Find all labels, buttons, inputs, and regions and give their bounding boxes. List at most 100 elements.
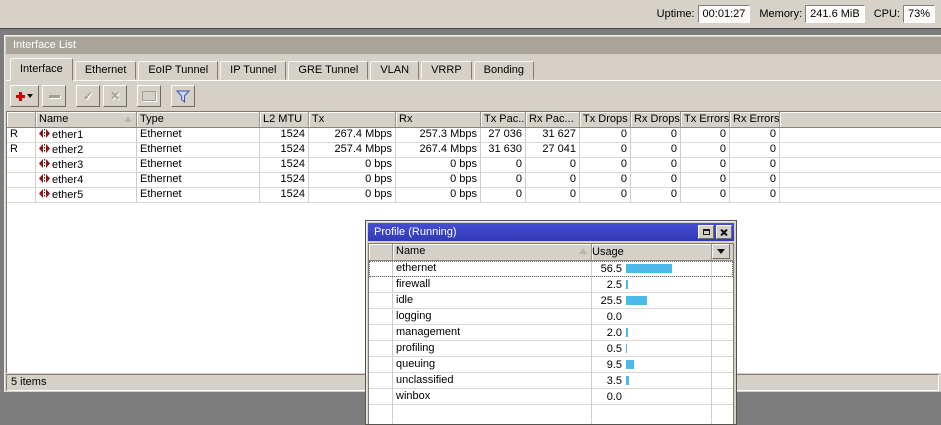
cell-type: Ethernet xyxy=(137,158,260,172)
profile-row-logging[interactable]: logging0.0 xyxy=(369,309,733,325)
check-icon: ✓ xyxy=(83,90,93,102)
profile-row-management[interactable]: management2.0 xyxy=(369,325,733,341)
column-header-type[interactable]: Type xyxy=(137,112,260,127)
profile-table-body: ethernet56.5firewall2.5idle25.5logging0.… xyxy=(369,261,733,424)
cell-flags xyxy=(369,389,393,404)
cell-name: logging xyxy=(393,309,592,324)
cpu-value: 73% xyxy=(903,5,935,23)
cell-filler xyxy=(780,158,941,172)
column-header-rx-drops[interactable]: Rx Drops xyxy=(631,112,681,127)
close-button[interactable] xyxy=(716,225,732,239)
profile-column-header-name[interactable]: Name xyxy=(393,244,592,260)
column-header-flags[interactable] xyxy=(7,112,36,127)
cell-tx: 257.4 Mbps xyxy=(309,143,396,157)
tab-interface[interactable]: Interface xyxy=(10,58,73,81)
cell-tx_packet: 0 xyxy=(481,173,526,187)
interface-row-ether1[interactable]: Rether1Ethernet1524267.4 Mbps257.3 Mbps2… xyxy=(7,128,941,143)
profile-row-winbox[interactable]: winbox0.0 xyxy=(369,389,733,405)
profile-titlebar[interactable]: Profile (Running) xyxy=(368,223,734,241)
profile-row-profiling[interactable]: profiling0.5 xyxy=(369,341,733,357)
cell-name: ether2 xyxy=(36,143,137,157)
profile-row-idle[interactable]: idle25.5 xyxy=(369,293,733,309)
tab-bonding[interactable]: Bonding xyxy=(474,61,534,80)
column-label: Tx Drops xyxy=(583,113,628,125)
column-header-rx-errors[interactable]: Rx Errors xyxy=(730,112,780,127)
cell-rx_packet: 0 xyxy=(526,188,580,202)
cell-type: Ethernet xyxy=(137,143,260,157)
interface-row-ether2[interactable]: Rether2Ethernet1524257.4 Mbps267.4 Mbps3… xyxy=(7,143,941,158)
column-label: Rx Drops xyxy=(634,113,680,125)
cell-usage: 0.5 xyxy=(592,341,712,356)
interface-row-ether4[interactable]: ether4Ethernet15240 bps0 bps000000 xyxy=(7,173,941,188)
comment-button[interactable] xyxy=(137,85,161,107)
tab-bar: InterfaceEthernetEoIP TunnelIP TunnelGRE… xyxy=(6,56,941,81)
interface-name: ether4 xyxy=(52,174,83,187)
interface-name: ether3 xyxy=(52,159,83,172)
interface-table-body: Rether1Ethernet1524267.4 Mbps257.3 Mbps2… xyxy=(7,128,941,203)
tab-vrrp[interactable]: VRRP xyxy=(421,61,472,80)
cell-type: Ethernet xyxy=(137,188,260,202)
tab-ip-tunnel[interactable]: IP Tunnel xyxy=(220,61,286,80)
column-header-tx-errors[interactable]: Tx Errors xyxy=(681,112,730,127)
profile-column-header-flags[interactable] xyxy=(369,244,393,260)
empty-cell xyxy=(592,421,712,424)
enable-button[interactable]: ✓ xyxy=(76,85,100,107)
cell-rx: 0 bps xyxy=(396,173,481,187)
remove-button[interactable] xyxy=(42,85,66,107)
cell-rx_errors: 0 xyxy=(730,188,780,202)
interface-row-ether5[interactable]: ether5Ethernet15240 bps0 bps000000 xyxy=(7,188,941,203)
cell-filler xyxy=(712,389,733,404)
disable-button[interactable]: ✕ xyxy=(103,85,127,107)
cell-usage: 9.5 xyxy=(592,357,712,372)
column-label: Rx Errors xyxy=(733,113,779,125)
column-header-tx-drops[interactable]: Tx Drops xyxy=(580,112,631,127)
interface-list-titlebar[interactable]: Interface List xyxy=(6,37,941,54)
cell-tx: 0 bps xyxy=(309,158,396,172)
tab-vlan[interactable]: VLAN xyxy=(370,61,419,80)
empty-cell xyxy=(369,421,393,424)
cell-name: ethernet xyxy=(393,261,592,276)
cell-tx_errors: 0 xyxy=(681,128,730,142)
cell-name: queuing xyxy=(393,357,592,372)
profile-column-header-usage[interactable]: Usage xyxy=(592,244,712,260)
profile-row-queuing[interactable]: queuing9.5 xyxy=(369,357,733,373)
cell-tx_packet: 0 xyxy=(481,158,526,172)
profile-row-firewall[interactable]: firewall2.5 xyxy=(369,277,733,293)
cell-filler xyxy=(712,325,733,340)
column-header-l2-mtu[interactable]: L2 MTU xyxy=(260,112,309,127)
add-button[interactable] xyxy=(10,85,39,107)
tab-gre-tunnel[interactable]: GRE Tunnel xyxy=(288,61,368,80)
cell-tx_drops: 0 xyxy=(580,173,631,187)
column-header-rx-pac[interactable]: Rx Pac... xyxy=(526,112,580,127)
column-header-tx[interactable]: Tx xyxy=(309,112,396,127)
cell-rx_errors: 0 xyxy=(730,173,780,187)
cell-flags xyxy=(369,261,393,276)
column-label: Rx Pac... xyxy=(529,113,574,125)
tab-eoip-tunnel[interactable]: EoIP Tunnel xyxy=(138,61,218,80)
interface-name: ether1 xyxy=(52,129,83,142)
profile-row-unclassified[interactable]: unclassified3.5 xyxy=(369,373,733,389)
column-options-dropdown-button[interactable] xyxy=(712,244,730,259)
cell-usage: 2.5 xyxy=(592,277,712,292)
usage-value: 0.5 xyxy=(592,342,622,356)
cell-tx_packet: 0 xyxy=(481,188,526,202)
column-label: Type xyxy=(140,113,164,125)
cell-name: ether5 xyxy=(36,188,137,202)
usage-value: 0.0 xyxy=(592,390,622,404)
profile-title: Profile (Running) xyxy=(374,226,696,238)
filter-funnel-icon xyxy=(176,90,190,103)
column-header-tx-pac[interactable]: Tx Pac... xyxy=(481,112,526,127)
cell-usage: 0.0 xyxy=(592,309,712,324)
plus-icon xyxy=(16,92,25,101)
interface-row-ether3[interactable]: ether3Ethernet15240 bps0 bps000000 xyxy=(7,158,941,173)
maximize-button[interactable] xyxy=(698,225,714,239)
profile-row-ethernet[interactable]: ethernet56.5 xyxy=(369,261,733,277)
cell-type: Ethernet xyxy=(137,173,260,187)
filter-button[interactable] xyxy=(171,85,195,107)
cell-flags xyxy=(7,158,36,172)
column-header-rx[interactable]: Rx xyxy=(396,112,481,127)
chevron-down-icon xyxy=(27,94,33,98)
tab-ethernet[interactable]: Ethernet xyxy=(75,61,137,80)
close-icon xyxy=(720,229,728,236)
column-header-name[interactable]: Name xyxy=(36,112,137,127)
